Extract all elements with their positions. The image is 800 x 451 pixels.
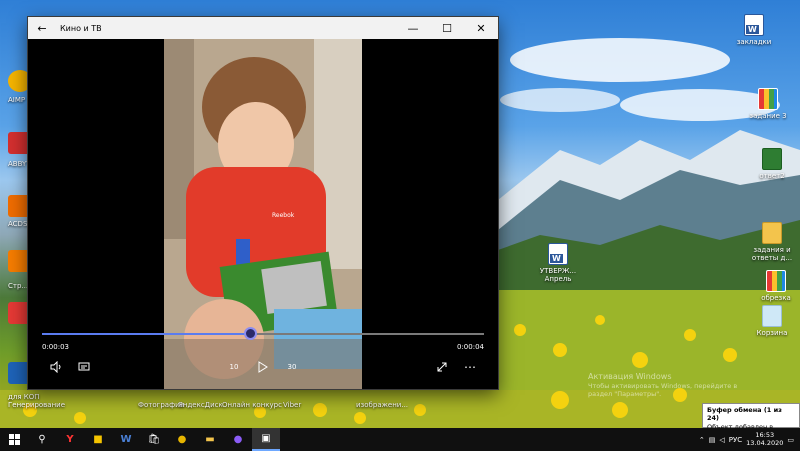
- taskbar-viber[interactable]: ●: [224, 428, 252, 451]
- window-title: Кино и ТВ: [60, 23, 102, 33]
- maximize-button[interactable]: ☐: [430, 17, 464, 39]
- watermark-line2: Чтобы активировать Windows, перейдите в: [588, 382, 738, 390]
- desktop-icon-recycle-bin[interactable]: Корзина: [744, 305, 800, 337]
- system-tray: ⌃ ▤ ◁ РУС 16:53 13.04.2020 ▭: [699, 431, 800, 448]
- desktop-icon-utverzh[interactable]: УТВЕРЖ... Апрель: [530, 243, 586, 283]
- taskbar-explorer[interactable]: ▬: [196, 428, 224, 451]
- taskbar-clock[interactable]: 16:53 13.04.2020: [746, 431, 784, 448]
- store-icon: 🛍: [147, 434, 161, 445]
- start-button[interactable]: [0, 428, 28, 451]
- taskbar-yandex[interactable]: Y: [56, 428, 84, 451]
- desktop-icon-obrezka[interactable]: обрезка: [748, 270, 800, 302]
- subtitles-icon: [78, 362, 90, 371]
- watermark-title: Активация Windows: [588, 372, 672, 381]
- aimp-label: AIMP: [8, 96, 26, 104]
- taskbar-chrome[interactable]: ●: [168, 428, 196, 451]
- playback-controls: 0:00:03 0:00:04 10 30 ⋯: [28, 317, 498, 389]
- seek-bar-thumb[interactable]: [243, 327, 257, 340]
- play-button[interactable]: [252, 357, 272, 377]
- skip-forward-button[interactable]: 30: [282, 357, 302, 377]
- window-titlebar[interactable]: ← Кино и ТВ — ☐ ✕: [28, 17, 498, 39]
- fullscreen-button[interactable]: [432, 357, 452, 377]
- desktop-icon-otvet2[interactable]: ответ2: [744, 148, 800, 180]
- back-button[interactable]: ←: [28, 17, 56, 39]
- desktop-icon-label: обрезка: [761, 294, 791, 302]
- more-icon: ⋯: [464, 360, 476, 374]
- image-file-icon: [766, 270, 786, 292]
- folder-icon: ▬: [205, 434, 215, 445]
- arrow-left-icon: ←: [37, 21, 47, 35]
- desktop-icon-label: задания и ответы д...: [751, 246, 793, 263]
- total-time: 0:00:04: [457, 343, 484, 351]
- word-icon: W: [120, 434, 132, 445]
- language-indicator[interactable]: РУС: [729, 436, 742, 444]
- yadisk-label: ЯндексДиск: [178, 401, 223, 409]
- desktop-icon-label: закладки: [736, 38, 772, 46]
- spreadsheet-file-icon: [762, 148, 782, 170]
- desktop-icon-label: Корзина: [756, 329, 788, 337]
- watermark-line3: раздел "Параметры".: [588, 390, 662, 399]
- more-options-button[interactable]: ⋯: [460, 357, 480, 377]
- fullscreen-icon: [437, 362, 447, 372]
- archive-file-icon: [762, 222, 782, 244]
- skip-forward-icon: 30: [287, 363, 297, 371]
- close-button[interactable]: ✕: [464, 17, 498, 39]
- desktop-icon-label: ответ2: [759, 172, 785, 180]
- desktop-icon-zadaniya[interactable]: задания и ответы д...: [744, 222, 800, 262]
- windows-logo-icon: [8, 434, 20, 445]
- chevron-up-icon[interactable]: ⌃: [699, 436, 705, 444]
- taskbar-store[interactable]: 🛍: [140, 428, 168, 451]
- desktop-icon-zakladki[interactable]: закладки: [726, 14, 782, 46]
- chrome-icon: ●: [177, 434, 187, 445]
- word-file-icon: [548, 243, 568, 265]
- clipboard-notification[interactable]: Буфер обмена (1 из 24) Объект добавлен в…: [702, 403, 800, 439]
- skip-back-button[interactable]: 10: [224, 357, 244, 377]
- word-file-icon: [744, 14, 764, 36]
- notifications-icon[interactable]: ▭: [787, 436, 794, 444]
- viber-icon: ●: [233, 434, 243, 445]
- desktop-icon-zadanie3[interactable]: задание 3: [740, 88, 796, 120]
- kop-gen-label: для КОП Генерирование: [8, 393, 66, 409]
- desktop-icon-label: задание 3: [749, 112, 787, 120]
- current-time: 0:00:03: [42, 343, 69, 351]
- volume-icon: [50, 361, 61, 373]
- seek-bar-fill: [42, 333, 250, 335]
- recycle-bin-icon: [762, 305, 782, 327]
- speaker-icon[interactable]: ◁: [719, 436, 724, 444]
- clock-date: 13.04.2020: [746, 438, 784, 447]
- yandex-browser-icon: Y: [66, 434, 74, 445]
- images-label: изображени...: [356, 401, 409, 409]
- taskbar: ⚲ Y ■ W 🛍 ● ▬ ● ▣ ⌃ ▤ ◁ РУС 16:53 13.04.…: [0, 428, 800, 451]
- desktop-icon-label: УТВЕРЖ... Апрель: [539, 267, 577, 284]
- search-icon: ⚲: [38, 434, 46, 445]
- online-contest-label: Онлайн конкурс: [222, 401, 282, 409]
- taskbar-film-tv[interactable]: ▣: [252, 428, 280, 451]
- skip-back-icon: 10: [229, 363, 239, 371]
- viber-label: Viber: [283, 401, 302, 409]
- film-tv-window[interactable]: ← Кино и ТВ — ☐ ✕ Reebok 0:00:03 0:00:04…: [28, 17, 498, 389]
- svg-text:Reebok: Reebok: [272, 212, 295, 219]
- play-icon: [258, 361, 268, 373]
- volume-button[interactable]: [46, 357, 66, 377]
- search-button[interactable]: ⚲: [28, 428, 56, 451]
- taskbar-word[interactable]: W: [112, 428, 140, 451]
- subtitles-button[interactable]: [74, 357, 94, 377]
- film-tv-icon: ▣: [261, 433, 271, 444]
- notification-title: Буфер обмена (1 из 24): [707, 406, 782, 423]
- image-file-icon: [758, 88, 778, 110]
- network-icon[interactable]: ▤: [709, 436, 716, 444]
- app-label: Стр...: [8, 282, 29, 290]
- app-icon: ■: [93, 434, 103, 445]
- activation-watermark: Активация Windows Чтобы активировать Win…: [588, 372, 737, 398]
- minimize-button[interactable]: —: [396, 17, 430, 39]
- taskbar-folder-app[interactable]: ■: [84, 428, 112, 451]
